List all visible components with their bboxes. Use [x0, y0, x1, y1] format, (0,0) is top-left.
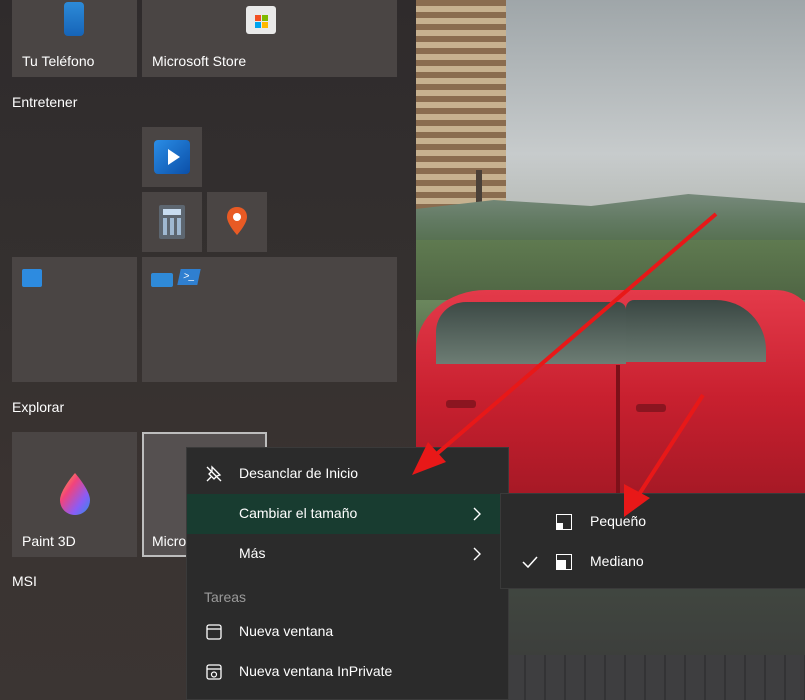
inprivate-window-icon — [206, 664, 222, 680]
store-icon — [246, 6, 276, 34]
tile-calendar[interactable] — [12, 257, 137, 382]
tile-label: Microsoft Store — [152, 53, 247, 69]
tile-maps[interactable] — [207, 192, 267, 252]
submenu-item-label: Pequeño — [590, 513, 647, 529]
wallpaper-car-window-front — [436, 302, 626, 364]
movies-tv-icon — [154, 140, 190, 174]
menu-item-label: Más — [239, 545, 266, 561]
menu-item-label: Nueva ventana InPrivate — [239, 663, 393, 679]
tile-tu-telefono[interactable]: Tu Teléfono — [12, 0, 137, 77]
wallpaper-car-window-rear — [626, 300, 766, 362]
group-label-entretener[interactable]: Entretener — [12, 94, 77, 110]
maps-icon — [227, 207, 247, 235]
window-icon — [206, 624, 222, 640]
tile-calculator[interactable] — [142, 192, 202, 252]
wallpaper-car-handle — [446, 400, 476, 408]
menu-item-more[interactable]: Más — [187, 534, 508, 574]
tile-folder-mail-powershell[interactable]: >_ — [142, 257, 397, 382]
paint-3d-icon — [60, 473, 90, 515]
tile-label: Tu Teléfono — [22, 53, 95, 69]
submenu-item-small[interactable]: Pequeño — [501, 502, 805, 542]
menu-item-label: Desanclar de Inicio — [239, 465, 359, 481]
resize-submenu: Pequeño Mediano — [500, 493, 805, 589]
tile-label: Paint 3D — [22, 533, 76, 549]
tile-movies-tv[interactable] — [142, 127, 202, 187]
submenu-item-medium[interactable]: Mediano — [501, 542, 805, 582]
menu-item-new-inprivate[interactable]: Nueva ventana InPrivate — [187, 652, 508, 692]
mail-icon — [151, 273, 173, 287]
calendar-icon — [22, 269, 42, 287]
menu-item-label: Cambiar el tamaño — [239, 505, 358, 521]
menu-item-label: Nueva ventana — [239, 623, 334, 639]
size-small-icon — [556, 514, 572, 530]
calculator-icon — [159, 205, 185, 239]
checkmark-icon — [522, 556, 538, 569]
powershell-icon: >_ — [177, 269, 201, 285]
wallpaper-wooden-slats — [416, 0, 506, 215]
chevron-right-icon — [473, 507, 481, 521]
menu-item-resize[interactable]: Cambiar el tamaño — [187, 494, 508, 534]
submenu-item-label: Mediano — [590, 553, 644, 569]
size-medium-icon — [556, 554, 572, 570]
group-label-msi[interactable]: MSI — [12, 573, 37, 589]
tile-paint-3d[interactable]: Paint 3D — [12, 432, 137, 557]
tile-microsoft-store[interactable]: Microsoft Store — [142, 0, 397, 77]
menu-section-tasks: Tareas — [204, 589, 247, 605]
group-label-explorar[interactable]: Explorar — [12, 399, 64, 415]
tile-context-menu: Desanclar de Inicio Cambiar el tamaño Má… — [186, 447, 509, 700]
chevron-right-icon — [473, 547, 481, 561]
wallpaper-car-handle — [636, 404, 666, 412]
menu-item-unpin[interactable]: Desanclar de Inicio — [187, 454, 508, 494]
wallpaper-pavement — [506, 655, 805, 700]
phone-icon — [64, 2, 84, 36]
tile-label: Micro — [152, 533, 187, 549]
unpin-icon — [206, 465, 222, 482]
menu-item-new-window[interactable]: Nueva ventana — [187, 612, 508, 652]
